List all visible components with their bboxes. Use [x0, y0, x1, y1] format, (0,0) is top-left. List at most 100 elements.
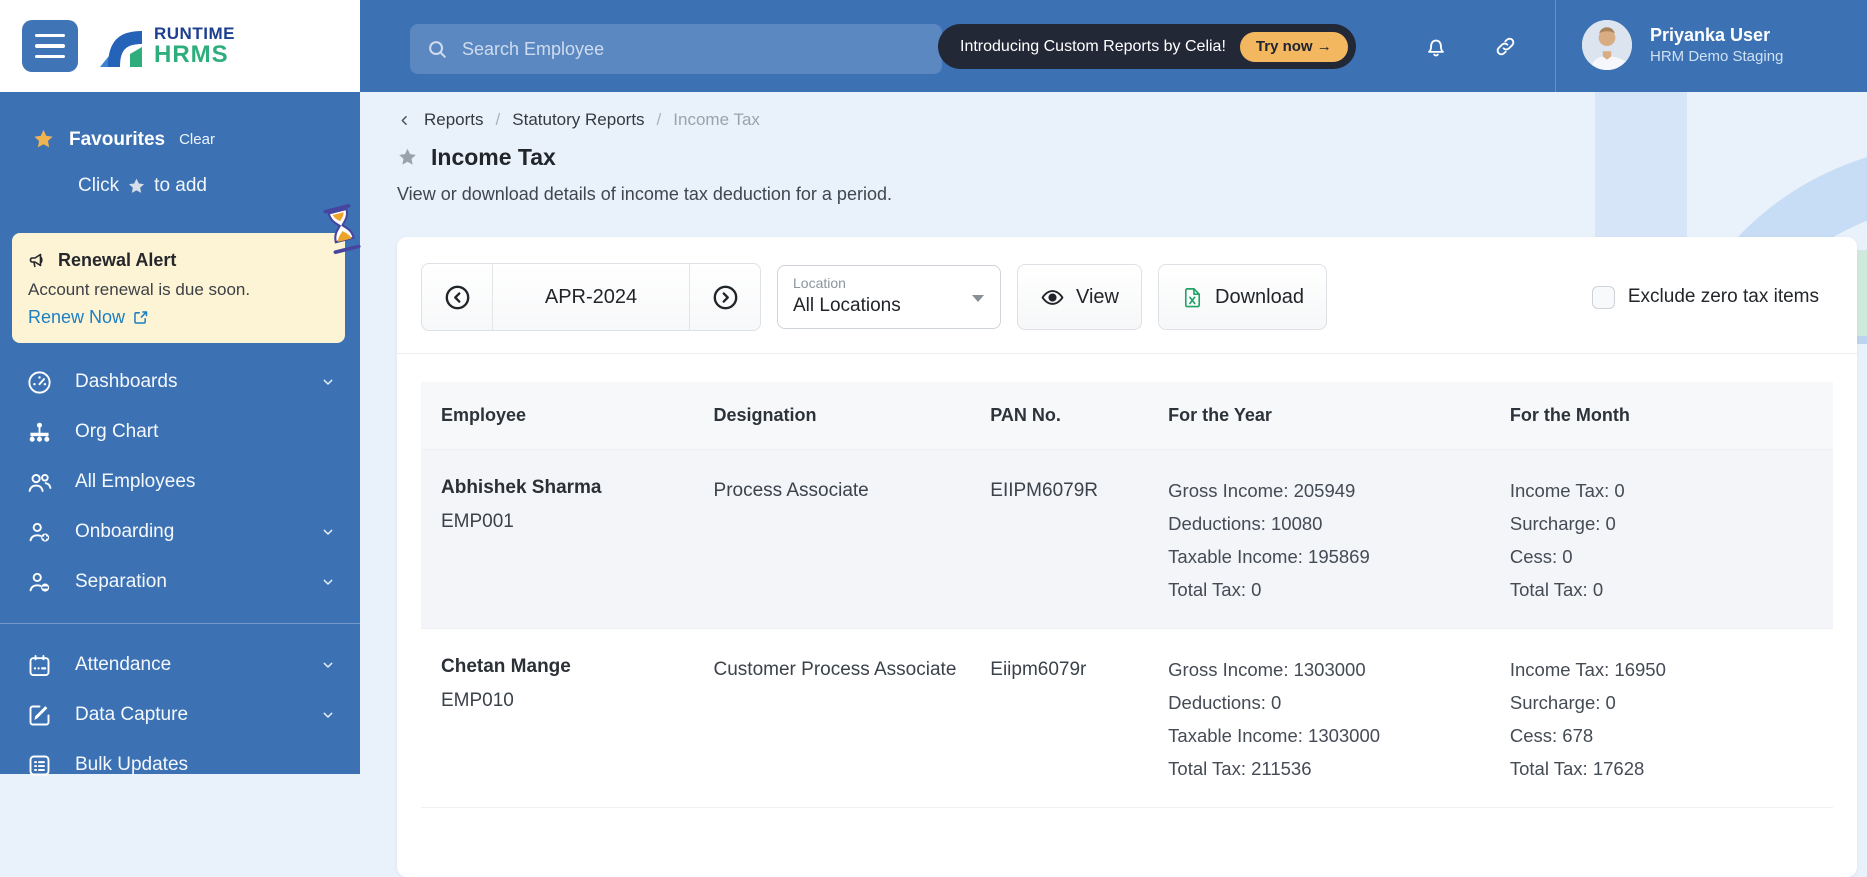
period-selector: APR-2024 [421, 263, 761, 331]
breadcrumb: Reports / Statutory Reports / Income Tax [397, 110, 760, 130]
table-row: Abhishek Sharma EMP001 Process Associate… [421, 450, 1833, 629]
person-minus-icon [26, 569, 53, 596]
chevron-down-icon [320, 374, 336, 390]
announcement-banner: Introducing Custom Reports by Celia! Try… [938, 24, 1356, 69]
sidebar-item-all-employees[interactable]: All Employees [0, 457, 360, 507]
gauge-icon [26, 369, 53, 396]
favourite-toggle-star-icon[interactable] [397, 147, 418, 168]
hourglass-cursor-icon [320, 202, 365, 257]
pan-cell: Eiipm6079r [990, 659, 1087, 680]
sidebar-nav: Dashboards Org Chart All Employees Onboa… [0, 357, 360, 790]
search-icon [426, 38, 448, 60]
period-value[interactable]: APR-2024 [492, 264, 690, 330]
chevron-down-icon [320, 574, 336, 590]
renewal-alert-card: Renewal Alert Account renewal is due soo… [12, 203, 361, 343]
avatar [1582, 20, 1632, 70]
month-cell: Income Tax: 16950 Surcharge: 0 Cess: 678… [1509, 659, 1666, 779]
checkbox-box [1591, 285, 1615, 309]
employee-search [410, 24, 942, 74]
designation-cell: Process Associate [713, 480, 869, 501]
banner-text: Introducing Custom Reports by Celia! [960, 37, 1226, 55]
user-name: Priyanka User [1650, 25, 1771, 45]
notifications-bell-icon[interactable] [1423, 34, 1449, 60]
sidebar-item-bulk-updates[interactable]: Bulk Updates [0, 740, 360, 790]
sidebar-brand-bar: RUNTIME HRMS [0, 0, 360, 92]
col-pan: PAN No. [990, 405, 1061, 425]
location-value: All Locations [793, 295, 901, 316]
search-input[interactable] [460, 37, 926, 61]
logo-text-bottom: HRMS [154, 41, 229, 68]
download-button[interactable]: Download [1158, 264, 1327, 330]
breadcrumb-reports[interactable]: Reports [424, 110, 484, 130]
year-cell: Gross Income: 1303000 Deductions: 0 Taxa… [1168, 659, 1381, 779]
renewal-alert-title: Renewal Alert [58, 250, 177, 270]
app-logo[interactable]: RUNTIME HRMS [96, 23, 235, 69]
chevron-down-icon [320, 524, 336, 540]
favourites-clear-link[interactable]: Clear [179, 131, 215, 148]
breadcrumb-back-icon[interactable] [397, 113, 412, 128]
exclude-zero-tax-label: Exclude zero tax items [1627, 286, 1819, 307]
sidebar-item-separation[interactable]: Separation [0, 557, 360, 607]
main-content: Reports / Statutory Reports / Income Tax… [360, 92, 1867, 877]
page-title: Income Tax [431, 144, 556, 170]
pan-cell: EIIPM6079R [990, 480, 1098, 501]
sidebar-item-attendance[interactable]: Attendance [0, 640, 360, 690]
previous-month-button[interactable] [422, 264, 492, 330]
favourites-star-icon [32, 128, 55, 151]
checklist-icon [26, 752, 53, 779]
edit-icon [26, 702, 53, 729]
table-row: Chetan Mange EMP010 Customer Process Ass… [421, 629, 1833, 808]
report-toolbar: APR-2024 Location All Locations View Dow… [397, 237, 1857, 354]
link-icon[interactable] [1493, 34, 1518, 59]
sidebar-item-org-chart[interactable]: Org Chart [0, 407, 360, 457]
topbar-divider [1555, 0, 1556, 92]
favourites-title: Favourites [69, 128, 166, 150]
sidebar: RUNTIME HRMS Favourites Clear Click to a… [0, 0, 361, 775]
logo-mark-icon [96, 23, 146, 69]
year-cell: Gross Income: 205949 Deductions: 10080 T… [1168, 480, 1370, 600]
hint-star-icon [127, 177, 146, 196]
sidebar-item-onboarding[interactable]: Onboarding [0, 507, 360, 557]
logo-text-top: RUNTIME [154, 24, 235, 43]
chevron-down-icon [320, 707, 336, 723]
renewal-alert-body: Account renewal is due soon. [28, 280, 251, 299]
excel-file-icon [1181, 286, 1204, 309]
employee-name: Chetan Mange [441, 656, 571, 677]
month-cell: Income Tax: 0 Surcharge: 0 Cess: 0 Total… [1509, 480, 1625, 600]
view-button[interactable]: View [1017, 264, 1142, 330]
breadcrumb-statutory-reports[interactable]: Statutory Reports [512, 110, 644, 130]
try-now-button[interactable]: Try now → [1239, 31, 1348, 62]
renew-now-link[interactable]: Renew Now [28, 307, 329, 328]
megaphone-icon [28, 251, 48, 271]
col-for-the-month: For the Month [1509, 405, 1630, 425]
org-chart-icon [26, 419, 53, 446]
user-menu[interactable]: Priyanka User HRM Demo Staging [1582, 20, 1783, 70]
sidebar-item-dashboards[interactable]: Dashboards [0, 357, 360, 407]
hamburger-menu-button[interactable] [22, 20, 78, 72]
breadcrumb-current: Income Tax [673, 110, 760, 129]
income-tax-table: Employee Designation PAN No. For the Yea… [421, 382, 1833, 808]
employee-code: EMP001 [441, 511, 514, 532]
employee-name: Abhishek Sharma [441, 477, 602, 498]
report-card: APR-2024 Location All Locations View Dow… [397, 237, 1857, 877]
designation-cell: Customer Process Associate [713, 659, 957, 680]
exclude-zero-tax-checkbox[interactable]: Exclude zero tax items [1591, 285, 1835, 309]
col-designation: Designation [713, 405, 817, 425]
page-subtitle: View or download details of income tax d… [397, 184, 892, 204]
calendar-icon [26, 652, 53, 679]
location-select[interactable]: Location All Locations [777, 265, 1001, 329]
favourites-hint: Click to add [78, 175, 207, 196]
next-month-button[interactable] [690, 264, 760, 330]
topbar: Introducing Custom Reports by Celia! Try… [360, 0, 1867, 92]
sidebar-item-data-capture[interactable]: Data Capture [0, 690, 360, 740]
col-employee: Employee [441, 405, 527, 425]
external-link-icon [132, 309, 149, 326]
user-org: HRM Demo Staging [1650, 47, 1784, 65]
chevron-down-icon [320, 657, 336, 673]
person-plus-icon [26, 519, 53, 546]
nav-divider [0, 623, 360, 624]
table-header-row: Employee Designation PAN No. For the Yea… [421, 382, 1833, 450]
col-for-the-year: For the Year [1168, 405, 1272, 425]
eye-icon [1040, 285, 1065, 310]
location-label: Location [793, 275, 846, 291]
